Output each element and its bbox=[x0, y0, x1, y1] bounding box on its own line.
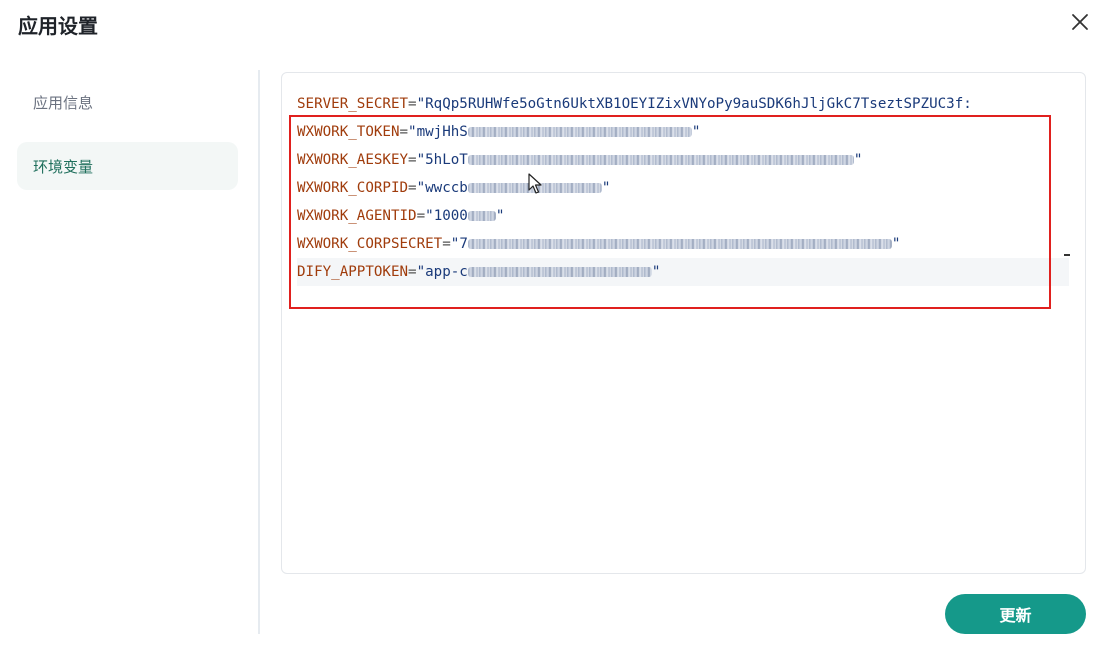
env-key: WXWORK_TOKEN bbox=[297, 124, 400, 140]
mouse-pointer-icon bbox=[528, 173, 542, 195]
code-line: SERVER_SECRET="RqQp5RUHWfe5oGtn6UktXB1OE… bbox=[297, 96, 972, 112]
vertical-divider bbox=[258, 70, 260, 634]
redacted-value bbox=[467, 211, 496, 221]
env-value: mwjHhS bbox=[416, 124, 468, 140]
update-button[interactable]: 更新 bbox=[945, 594, 1086, 634]
env-value: app-c bbox=[425, 264, 468, 280]
close-button[interactable] bbox=[1068, 10, 1092, 34]
code-line: WXWORK_CORPID="wwccb " bbox=[297, 180, 611, 196]
sidebar-item-env-vars[interactable]: 环境变量 bbox=[17, 142, 238, 190]
env-key: DIFY_APPTOKEN bbox=[297, 264, 409, 280]
env-value: RqQp5RUHWfe5oGtn6UktXB1OEYIZixVNYoPy9auS… bbox=[425, 96, 972, 112]
env-key: WXWORK_AESKEY bbox=[297, 152, 409, 168]
redacted-value bbox=[467, 127, 692, 137]
sidebar-item-label: 应用信息 bbox=[33, 93, 94, 112]
env-key: WXWORK_CORPID bbox=[297, 180, 409, 196]
env-value: 7 bbox=[459, 236, 468, 252]
close-icon bbox=[1068, 10, 1092, 34]
code-line: WXWORK_CORPSECRET="7 " bbox=[297, 236, 901, 252]
env-key: SERVER_SECRET bbox=[297, 96, 409, 112]
env-value: 1000 bbox=[433, 208, 468, 224]
code-line: WXWORK_TOKEN="mwjHhS " bbox=[297, 124, 701, 140]
sidebar-item-label: 环境变量 bbox=[33, 157, 94, 176]
code-line-current: DIFY_APPTOKEN="app-c " bbox=[297, 258, 1069, 286]
redacted-value bbox=[467, 267, 652, 277]
code-area[interactable]: SERVER_SECRET="RqQp5RUHWfe5oGtn6UktXB1OE… bbox=[297, 90, 1069, 286]
env-value: wwccb bbox=[425, 180, 468, 196]
dialog-title: 应用设置 bbox=[18, 14, 98, 38]
env-key: WXWORK_AGENTID bbox=[297, 208, 417, 224]
sidebar-item-app-info[interactable]: 应用信息 bbox=[17, 78, 238, 126]
redacted-value bbox=[467, 155, 854, 165]
app-settings-dialog: 应用设置 应用信息 环境变量 SERVER_SECRET="RqQp5RUHWf… bbox=[0, 0, 1105, 657]
env-value: 5hLoT bbox=[425, 152, 468, 168]
code-line: WXWORK_AESKEY="5hLoT " bbox=[297, 152, 863, 168]
settings-sidebar: 应用信息 环境变量 bbox=[17, 78, 238, 206]
env-key: WXWORK_CORPSECRET bbox=[297, 236, 443, 252]
scroll-indicator bbox=[1064, 254, 1070, 256]
redacted-value bbox=[467, 239, 892, 249]
env-vars-editor[interactable]: SERVER_SECRET="RqQp5RUHWfe5oGtn6UktXB1OE… bbox=[281, 72, 1086, 574]
code-line: WXWORK_AGENTID="1000 " bbox=[297, 208, 505, 224]
